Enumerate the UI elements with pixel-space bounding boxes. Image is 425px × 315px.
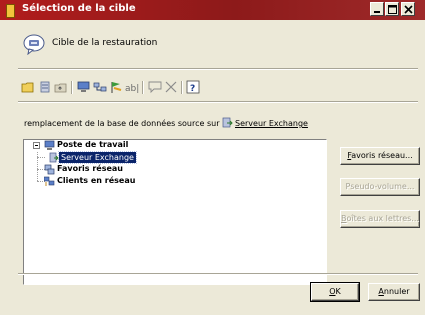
workstation-icon (44, 140, 55, 150)
ok-button[interactable]: OK (310, 282, 360, 302)
server-add-icon[interactable] (38, 80, 52, 94)
maximize-button[interactable] (385, 2, 399, 16)
comment-icon[interactable] (148, 80, 162, 94)
computer-icon[interactable] (77, 80, 91, 94)
close-icon (404, 5, 413, 14)
boites-aux-lettres-button[interactable]: Boîtes aux lettres... (340, 210, 420, 228)
pseudo-volume-label: Pseudo-volume... (345, 182, 415, 191)
app-icon (6, 4, 15, 18)
tree-node-clients-en-reseau[interactable]: Clients en réseau (57, 176, 135, 185)
title-bar[interactable]: Sélection de la cible (0, 0, 425, 20)
restore-target-icon (23, 34, 45, 55)
network-icon[interactable] (93, 80, 107, 94)
minimize-button[interactable] (370, 2, 384, 16)
toolbar-separator (71, 81, 73, 94)
replacement-target[interactable]: Serveur Exchange (235, 119, 308, 128)
replacement-text: remplacement de la base de données sourc… (24, 119, 220, 128)
svg-text:?: ? (190, 84, 195, 94)
pseudo-volume-button[interactable]: Pseudo-volume... (340, 178, 420, 196)
toolbar-divider (18, 101, 418, 103)
target-selection-dialog: Sélection de la cible Cible de la restau… (0, 0, 425, 315)
annuler-label: nnuler (383, 287, 410, 296)
tree-expander-collapse[interactable] (33, 142, 40, 149)
exchange-server-icon (49, 152, 59, 163)
open-folder-icon[interactable] (21, 80, 35, 94)
tree-line (37, 157, 45, 158)
replacement-prefix: remplacement de la base de données sourc… (24, 119, 220, 128)
text-edit-icon[interactable]: ab| (125, 80, 139, 94)
window-title: Sélection de la cible (22, 3, 136, 14)
footer-divider (18, 273, 418, 275)
favoris-reseau-button[interactable]: Favoris réseau... (340, 147, 420, 165)
toolbar-separator (142, 81, 144, 94)
exchange-server-icon (222, 117, 233, 128)
boites-label: oîtes aux lettres... (346, 214, 419, 223)
header-divider (18, 68, 418, 70)
ok-label: K (335, 287, 341, 296)
tree-node-serveur-exchange[interactable]: Serveur Exchange (58, 151, 137, 164)
network-clients-icon (44, 176, 55, 186)
help-icon[interactable]: ? (186, 80, 200, 94)
toolbar-separator (181, 81, 183, 94)
close-button[interactable] (401, 2, 415, 16)
minimize-icon (374, 11, 380, 13)
svg-text:ab|: ab| (125, 84, 139, 94)
favoris-label: avoris réseau... (351, 151, 413, 160)
maximize-icon (388, 5, 397, 14)
folder-up-icon[interactable] (54, 80, 68, 94)
target-tree[interactable]: Poste de travail Serveur Exchange Favori… (23, 139, 327, 285)
delete-icon[interactable] (164, 80, 178, 94)
replacement-target-link[interactable]: Serveur Exchange (235, 119, 308, 128)
annuler-button[interactable]: Annuler (368, 283, 420, 301)
network-places-icon (44, 164, 55, 175)
header-text: Cible de la restauration (52, 38, 158, 48)
tree-node-poste-de-travail[interactable]: Poste de travail (57, 140, 128, 149)
tree-node-favoris-reseau[interactable]: Favoris réseau (57, 164, 123, 173)
flag-icon[interactable] (109, 80, 123, 94)
